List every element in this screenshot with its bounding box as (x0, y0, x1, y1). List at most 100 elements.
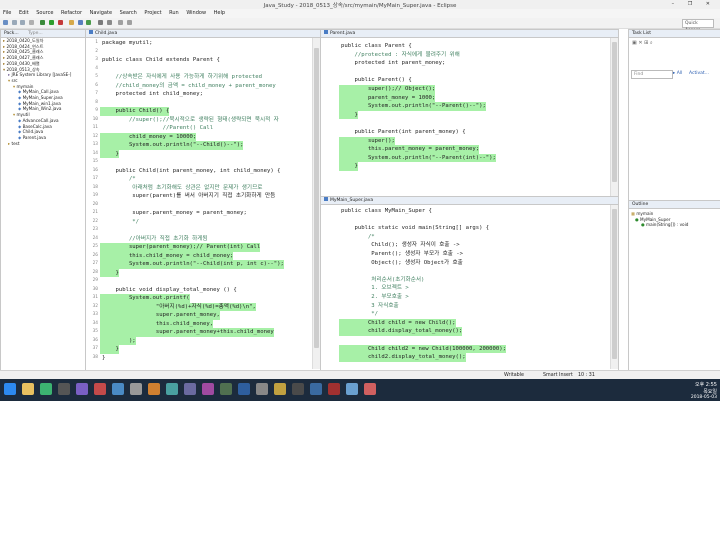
package-tree: ▸ 2018_0420_도일차 ▸ 2018_0424_연스트 ▸ 2018_042… (1, 38, 85, 146)
tree-item-label: test (11, 140, 20, 146)
new-icon[interactable] (3, 20, 8, 25)
tree-item[interactable]: ▸ test (3, 141, 85, 147)
menu-help[interactable]: Help (214, 9, 225, 18)
app-icon[interactable] (130, 383, 142, 395)
child-scrollbar[interactable] (312, 38, 320, 369)
line-number: 30 (92, 286, 98, 292)
code-line: /* (102, 176, 136, 182)
app-icon[interactable] (364, 383, 376, 395)
windows-start-icon[interactable] (4, 383, 16, 395)
explorer-icon[interactable] (22, 383, 34, 395)
status-cursor-position: 10 : 31 (578, 373, 595, 378)
menu-navigate[interactable]: Navigate (90, 9, 112, 18)
back-icon[interactable] (118, 20, 124, 25)
menu-source[interactable]: Source (36, 9, 53, 18)
child-code-area[interactable]: 1 package myutil; 2 3 public class Child ext… (86, 39, 308, 369)
task-activate-link[interactable]: Activat... (689, 71, 709, 76)
parent-scroll-thumb[interactable] (612, 42, 617, 182)
app-icon[interactable] (328, 383, 340, 395)
eclipse-icon[interactable] (76, 383, 88, 395)
tree-item-label: JRE System Library [JavaSE-] (11, 72, 72, 78)
super-tab-label[interactable]: MyMain_Super.java (330, 198, 373, 203)
outline-label[interactable]: Outline (632, 202, 648, 207)
menu-run[interactable]: Run (169, 9, 179, 18)
app-icon[interactable] (148, 383, 160, 395)
line-number: 35 (92, 329, 98, 334)
code-line: 3 자식호출 (341, 302, 399, 309)
app-icon[interactable] (184, 383, 196, 395)
app-icon[interactable] (346, 383, 358, 395)
line-number: 36 (92, 337, 98, 343)
run-icon[interactable] (48, 20, 54, 25)
code-line: package myutil; (102, 40, 153, 46)
app-icon[interactable] (112, 383, 124, 395)
code-line: child2.display_total_money(); (339, 353, 466, 362)
tab-type-hierarchy[interactable]: Type... (28, 31, 43, 36)
external-tools-icon[interactable] (57, 20, 63, 25)
task-all-link[interactable]: ▸ All (673, 71, 682, 76)
menu-edit[interactable]: Edit (19, 9, 29, 18)
app-icon[interactable] (310, 383, 322, 395)
app-icon[interactable] (220, 383, 232, 395)
menu-search[interactable]: Search (120, 9, 137, 18)
print-icon[interactable] (28, 20, 34, 25)
tab-package-explorer[interactable]: Pack... (4, 31, 19, 36)
super-code-area[interactable]: public class MyMain_Super { public stati… (321, 207, 606, 367)
child-scroll-thumb[interactable] (314, 48, 319, 348)
app-icon[interactable] (292, 383, 304, 395)
menu-project[interactable]: Project (144, 9, 161, 18)
tree-item-label: 2018_0425_클래스 (6, 49, 44, 55)
clock-day: 목요일 (703, 389, 717, 395)
task-list-tab: Task List (629, 30, 720, 38)
parent-scrollbar[interactable] (610, 38, 618, 199)
app-icon[interactable] (94, 383, 106, 395)
task-toolbar-icons[interactable]: ▣ ✕ ⊞ ⌕ (632, 40, 653, 46)
line-number: 14 (92, 150, 98, 156)
forward-icon[interactable] (126, 20, 132, 25)
menu-window[interactable]: Window (186, 9, 206, 18)
package-explorer: Pack... Type... ▸ 2018_0420_도일차 ▸ 2018_04… (0, 29, 86, 371)
save-icon[interactable] (11, 20, 17, 25)
line-number: 8 (95, 99, 98, 105)
code-line: System.out.printf( (100, 294, 190, 303)
line-number: 21 (92, 210, 98, 215)
code-line: } (102, 354, 106, 361)
open-type-icon[interactable] (97, 20, 103, 25)
app-icon[interactable] (202, 383, 214, 395)
new-package-icon[interactable] (77, 20, 83, 25)
app-icon[interactable] (256, 383, 268, 395)
task-list-label[interactable]: Task List (632, 31, 651, 36)
menu-refactor[interactable]: Refactor (61, 9, 82, 18)
app-icon[interactable] (166, 383, 178, 395)
outline-class-label: MyMain_Super (640, 216, 671, 222)
window-title: Java_Study - 2018_0513_상속/src/mymain/MyM… (263, 3, 457, 9)
quick-access-input[interactable]: Quick Access (682, 19, 714, 33)
parent-code-area[interactable]: public class Parent { //protected : 자식에게… (321, 42, 606, 197)
menu-file[interactable]: File (3, 9, 11, 18)
line-number: 31 (92, 295, 98, 300)
outline-item-method[interactable]: ● main(String[]) : void (631, 222, 720, 228)
parent-tab-label[interactable]: Parent.java (330, 31, 355, 36)
debug-icon[interactable] (40, 20, 46, 25)
code-line: public class Child extends Parent { (102, 57, 220, 63)
new-java-project-icon[interactable] (69, 20, 75, 25)
app-icon[interactable] (238, 383, 250, 395)
save-all-icon[interactable] (20, 20, 26, 25)
window-controls[interactable]: – ❐ ✕ (672, 1, 716, 7)
super-scrollbar[interactable] (610, 205, 618, 369)
app-icon[interactable] (58, 383, 70, 395)
line-number: 37 (92, 346, 98, 351)
task-find-input[interactable]: Find (631, 70, 673, 79)
new-class-icon[interactable] (86, 20, 92, 25)
app-icon[interactable] (274, 383, 286, 395)
child-tab-label[interactable]: Child.java (95, 31, 117, 36)
search-icon[interactable] (106, 20, 112, 25)
line-number: 4 (95, 65, 98, 71)
clock-time[interactable]: 오후 2:55 (685, 381, 717, 388)
chrome-icon[interactable] (40, 383, 52, 395)
super-scroll-thumb[interactable] (612, 209, 617, 359)
